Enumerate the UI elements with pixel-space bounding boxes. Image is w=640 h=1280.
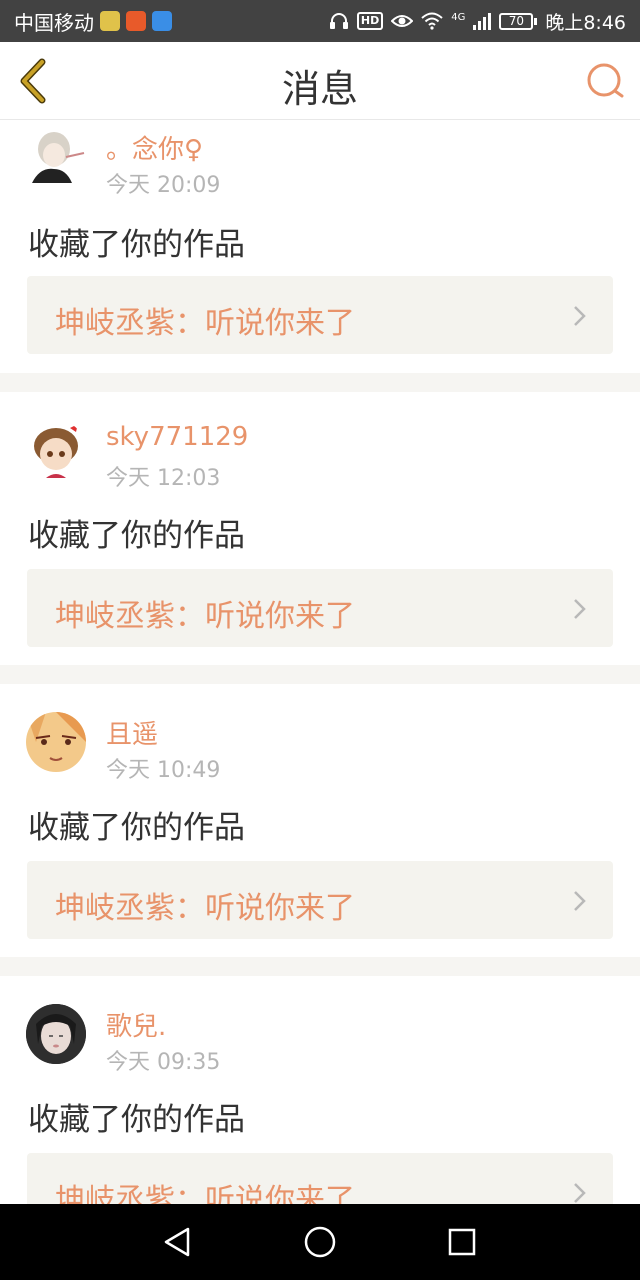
system-nav-bar [0, 1204, 640, 1280]
avatar[interactable] [26, 712, 86, 772]
work-title: 坤岐丞紫：听说你来了 [55, 306, 355, 341]
divider [0, 373, 640, 392]
clock: 晚上8:46 [545, 11, 626, 34]
work-title: 坤岐丞紫：听说你来了 [55, 1183, 355, 1204]
chat-app-icon [100, 11, 120, 31]
home-circle-icon[interactable] [302, 1224, 338, 1260]
header: 消息 [0, 42, 640, 120]
back-triangle-icon[interactable] [160, 1224, 196, 1260]
work-title: 坤岐丞紫：听说你来了 [55, 891, 355, 926]
avatar[interactable] [26, 1004, 86, 1064]
action-text: 收藏了你的作品 [28, 810, 245, 846]
username[interactable]: 歌兒. [106, 1006, 166, 1043]
video-app-icon [126, 11, 146, 31]
timestamp: 今天 12:03 [106, 466, 221, 491]
status-left: 中国移动 [14, 7, 329, 36]
message-feed[interactable]: 。念你♀ 今天 20:09 收藏了你的作品 坤岐丞紫：听说你来了 sky7711… [0, 121, 640, 1204]
work-link[interactable]: 坤岐丞紫：听说你来了 [27, 1153, 613, 1204]
action-text: 收藏了你的作品 [28, 1102, 245, 1138]
message-card: 歌兒. 今天 09:35 收藏了你的作品 坤岐丞紫：听说你来了 [0, 976, 640, 1204]
recents-square-icon[interactable] [444, 1224, 480, 1260]
work-link[interactable]: 坤岐丞紫：听说你来了 [27, 861, 613, 939]
username[interactable]: 。念你♀ [106, 129, 203, 166]
network-type-label: 4G [451, 11, 466, 23]
action-text: 收藏了你的作品 [28, 227, 245, 263]
avatar[interactable] [26, 127, 86, 187]
work-link[interactable]: 坤岐丞紫：听说你来了 [27, 569, 613, 647]
message-card: sky771129 今天 12:03 收藏了你的作品 坤岐丞紫：听说你来了 [0, 392, 640, 665]
work-title: 坤岐丞紫：听说你来了 [55, 599, 355, 634]
message-card: 且遥 今天 10:49 收藏了你的作品 坤岐丞紫：听说你来了 [0, 684, 640, 957]
carrier-label: 中国移动 [14, 10, 94, 35]
timestamp: 今天 09:35 [106, 1050, 221, 1075]
battery-icon: 70 [499, 12, 538, 30]
username[interactable]: 且遥 [106, 714, 158, 751]
wifi-icon [421, 12, 443, 30]
username[interactable]: sky771129 [106, 422, 248, 452]
status-bar: 中国移动 HD 4G 70 晚上8:46 [0, 0, 640, 42]
action-text: 收藏了你的作品 [28, 518, 245, 554]
page-title: 消息 [281, 67, 358, 111]
search-icon [587, 63, 624, 98]
avatar[interactable] [26, 420, 86, 480]
work-link[interactable]: 坤岐丞紫：听说你来了 [27, 276, 613, 354]
chevron-right-icon [574, 891, 586, 911]
timestamp: 今天 10:49 [106, 758, 221, 783]
divider [0, 957, 640, 976]
divider [0, 665, 640, 684]
headphones-icon [329, 12, 349, 30]
social-app-icon [152, 11, 172, 31]
eye-icon [391, 13, 414, 29]
timestamp: 今天 20:09 [106, 173, 221, 198]
chevron-right-icon [574, 599, 586, 619]
chevron-right-icon [574, 306, 586, 326]
status-right: HD 4G 70 晚上8:46 [329, 8, 626, 35]
battery-level: 70 [499, 12, 534, 30]
hd-icon: HD [356, 12, 384, 30]
signal-icon [473, 12, 492, 30]
search-button[interactable] [586, 62, 626, 102]
message-card: 。念你♀ 今天 20:09 收藏了你的作品 坤岐丞紫：听说你来了 [0, 121, 640, 373]
chevron-right-icon [574, 1183, 586, 1203]
